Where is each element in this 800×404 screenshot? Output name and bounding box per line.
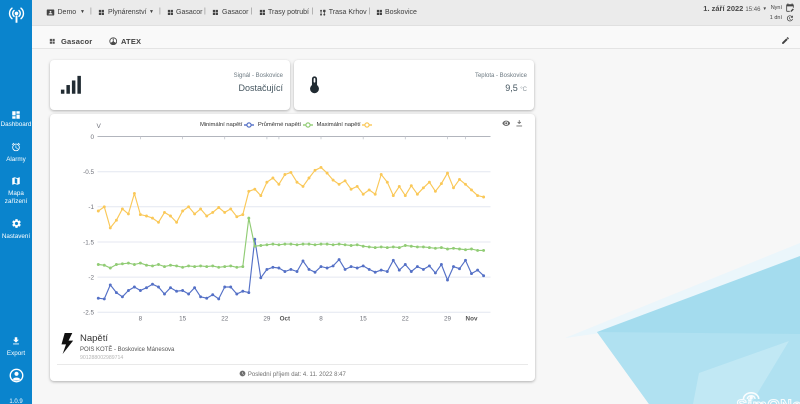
svg-text:15: 15	[360, 316, 368, 323]
svg-text:-2: -2	[88, 275, 94, 282]
svg-text:-1.5: -1.5	[83, 239, 94, 246]
svg-text:SimONet: SimONet	[737, 398, 800, 404]
svg-text:29: 29	[444, 316, 452, 323]
svg-text:8: 8	[139, 316, 143, 323]
svg-text:15: 15	[179, 316, 187, 323]
svg-text:-2.5: -2.5	[83, 310, 94, 317]
svg-text:0: 0	[90, 134, 94, 141]
svg-text:-1: -1	[88, 204, 94, 211]
svg-text:Oct: Oct	[280, 316, 291, 323]
svg-text:29: 29	[263, 316, 271, 323]
svg-text:22: 22	[221, 316, 229, 323]
svg-text:8: 8	[319, 316, 323, 323]
svg-text:Nov: Nov	[466, 316, 478, 323]
svg-text:22: 22	[402, 316, 410, 323]
svg-text:-0.5: -0.5	[83, 169, 94, 176]
